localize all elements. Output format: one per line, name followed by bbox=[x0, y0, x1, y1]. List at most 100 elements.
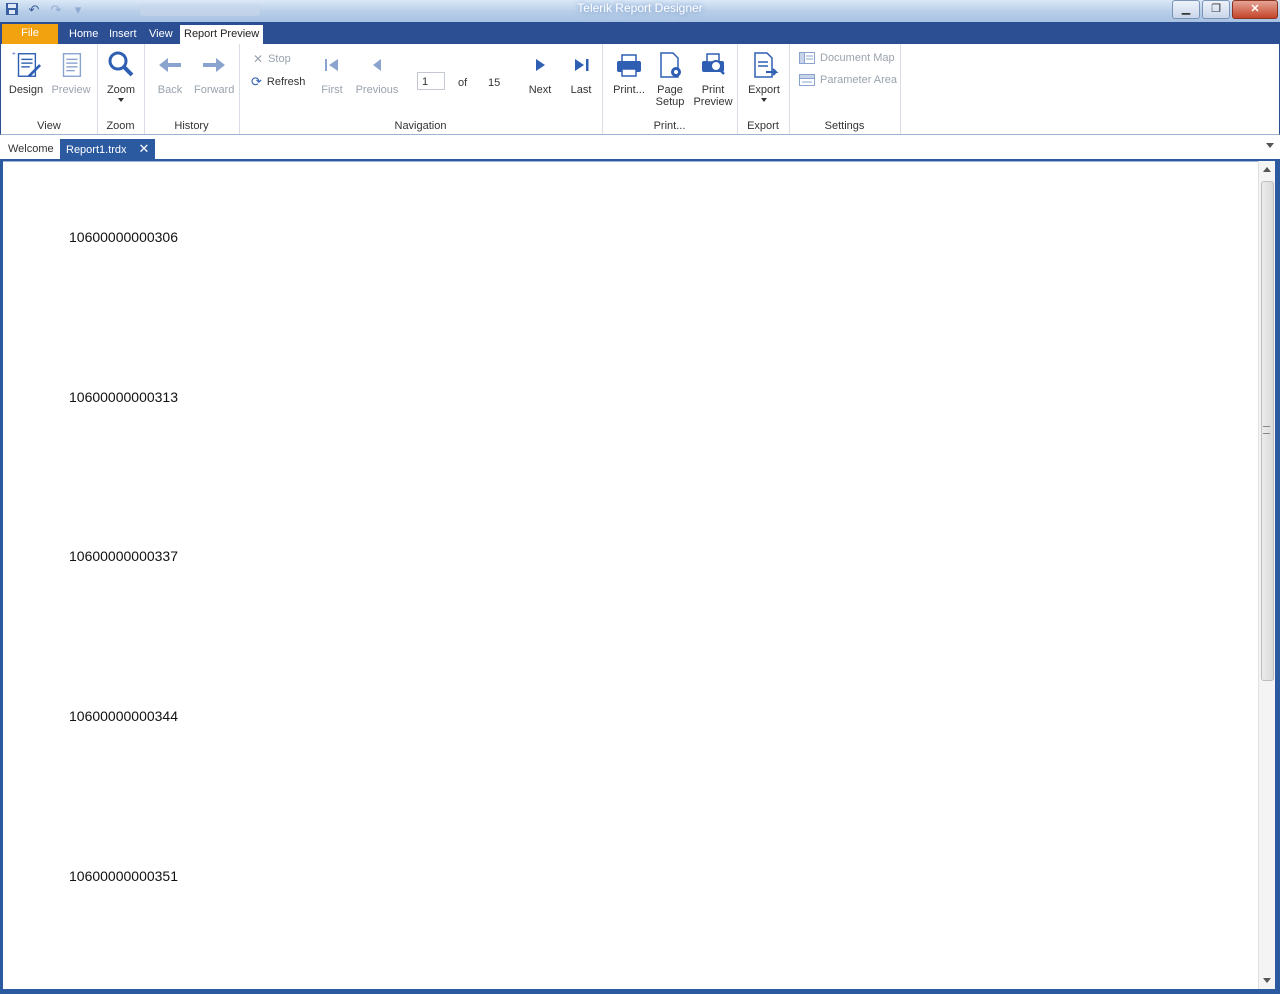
export-label: Export bbox=[748, 84, 780, 96]
next-page-icon bbox=[536, 59, 545, 71]
stop-icon: ✕ bbox=[253, 52, 264, 66]
tab-list-dropdown-icon[interactable] bbox=[1266, 143, 1274, 148]
report-viewer: 10600000000306 10600000000313 1060000000… bbox=[3, 161, 1258, 990]
navigation-group-label: Navigation bbox=[394, 120, 447, 132]
parameter-area-button[interactable]: Parameter Area bbox=[799, 74, 897, 86]
export-group-label: Export bbox=[747, 120, 779, 132]
parameter-area-icon bbox=[799, 74, 815, 86]
chevron-down-icon bbox=[118, 98, 124, 102]
refresh-button[interactable]: ⟳ Refresh bbox=[251, 74, 305, 90]
ribbon: + Design Preview View Zoom Zoom Back For… bbox=[0, 44, 1280, 135]
export-button[interactable]: Export bbox=[745, 50, 783, 102]
preview-label: Preview bbox=[51, 84, 91, 96]
scroll-up-icon[interactable] bbox=[1263, 167, 1271, 172]
zoom-group-label: Zoom bbox=[106, 120, 135, 132]
arrow-right-icon bbox=[203, 58, 225, 72]
report-row: 10600000000351 bbox=[69, 868, 179, 884]
design-button[interactable]: + Design bbox=[7, 50, 45, 96]
file-tab[interactable]: File bbox=[2, 24, 58, 44]
document-tabs: Welcome Report1.trdx ✕ bbox=[0, 135, 1280, 159]
next-label: Next bbox=[528, 84, 552, 96]
last-label: Last bbox=[570, 84, 592, 96]
parameter-area-label: Parameter Area bbox=[820, 74, 898, 86]
first-label: First bbox=[321, 84, 343, 96]
window-bottom-border bbox=[0, 989, 1280, 994]
page-number-input[interactable]: 1 bbox=[417, 72, 445, 90]
report-row: 10600000000344 bbox=[69, 708, 179, 724]
document-map-label: Document Map bbox=[820, 52, 895, 64]
window-title: Telerik Report Designer bbox=[577, 1, 703, 15]
report-row: 10600000000337 bbox=[69, 548, 179, 564]
first-page-icon bbox=[325, 59, 338, 71]
zoom-group: Zoom Zoom bbox=[97, 44, 145, 134]
page-of-label: of bbox=[458, 77, 468, 89]
printer-icon bbox=[617, 54, 641, 77]
settings-group-label: Settings bbox=[824, 120, 865, 132]
previous-label: Previous bbox=[355, 84, 399, 96]
scroll-down-icon[interactable] bbox=[1263, 978, 1271, 983]
tab-report-preview[interactable]: Report Preview bbox=[180, 25, 264, 44]
page-count: 15 bbox=[488, 77, 501, 89]
minimize-button[interactable]: ▁ bbox=[1172, 0, 1200, 19]
close-tab-icon[interactable]: ✕ bbox=[139, 141, 150, 156]
zoom-button[interactable]: Zoom bbox=[103, 50, 139, 102]
export-icon bbox=[754, 52, 779, 78]
stop-button[interactable]: ✕ Stop bbox=[253, 52, 291, 66]
ribbon-tabs: File Home Insert View Report Preview bbox=[0, 22, 1280, 44]
back-button[interactable]: Back bbox=[152, 50, 188, 96]
last-button[interactable]: Last bbox=[567, 50, 595, 96]
preview-button[interactable]: Preview bbox=[51, 50, 91, 96]
zoom-label: Zoom bbox=[106, 84, 136, 96]
title-bar: ↶ ↷ ▾ Telerik Report Designer ▁ ❐ ✕ bbox=[0, 0, 1280, 22]
preview-icon bbox=[62, 53, 82, 77]
refresh-icon: ⟳ bbox=[251, 74, 262, 89]
print-label: Print... bbox=[613, 84, 645, 96]
print-group-label: Print... bbox=[653, 120, 686, 132]
print-preview-label-2: Preview bbox=[693, 96, 733, 108]
restore-button[interactable]: ❐ bbox=[1202, 0, 1230, 19]
previous-page-icon bbox=[373, 59, 381, 71]
history-group: Back Forward History bbox=[144, 44, 240, 134]
tab-view[interactable]: View bbox=[149, 25, 173, 44]
document-map-button[interactable]: Document Map bbox=[799, 52, 895, 64]
first-button[interactable]: First bbox=[317, 50, 347, 96]
close-button[interactable]: ✕ bbox=[1232, 0, 1278, 19]
vertical-scrollbar[interactable] bbox=[1258, 161, 1275, 989]
page-setup-label-2: Setup bbox=[655, 96, 685, 108]
view-group-label: View bbox=[37, 120, 61, 132]
forward-button[interactable]: Forward bbox=[194, 50, 234, 96]
view-group: + Design Preview View bbox=[1, 44, 98, 134]
document-map-icon bbox=[799, 52, 815, 64]
report-row: 10600000000313 bbox=[69, 389, 179, 405]
history-group-label: History bbox=[174, 120, 209, 132]
print-group: Print... Page Setup Print Preview Print.… bbox=[602, 44, 738, 134]
stop-label: Stop bbox=[268, 53, 291, 65]
tab-insert[interactable]: Insert bbox=[109, 25, 137, 44]
page-setup-icon bbox=[660, 52, 681, 78]
settings-group: Document Map Parameter Area Settings bbox=[789, 44, 901, 134]
magnifier-icon bbox=[108, 51, 134, 77]
design-label: Design bbox=[8, 84, 44, 96]
print-preview-icon bbox=[702, 53, 725, 75]
page-setup-label-1: Page bbox=[657, 84, 683, 96]
page-setup-button[interactable]: Page Setup bbox=[652, 50, 688, 108]
forward-label: Forward bbox=[194, 84, 235, 96]
print-preview-button[interactable]: Print Preview bbox=[692, 50, 734, 108]
previous-button[interactable]: Previous bbox=[355, 50, 399, 96]
scroll-grip-icon bbox=[1263, 426, 1270, 434]
tab-report1[interactable]: Report1.trdx ✕ bbox=[60, 139, 156, 159]
print-preview-label-1: Print bbox=[701, 84, 725, 96]
tab-home[interactable]: Home bbox=[69, 25, 98, 44]
navigation-group: ✕ Stop ⟳ Refresh First Previous 1 of 15 … bbox=[239, 44, 603, 134]
refresh-label: Refresh bbox=[266, 76, 306, 88]
arrow-left-icon bbox=[159, 58, 181, 72]
tab-report1-label: Report1.trdx bbox=[66, 144, 127, 156]
next-button[interactable]: Next bbox=[525, 50, 555, 96]
tab-welcome-label: Welcome bbox=[8, 143, 54, 155]
svg-text:+: + bbox=[12, 51, 16, 58]
back-label: Back bbox=[157, 84, 183, 96]
print-button[interactable]: Print... bbox=[612, 50, 646, 96]
tab-welcome[interactable]: Welcome bbox=[2, 139, 60, 159]
last-page-icon bbox=[575, 59, 589, 71]
export-group: Export Export bbox=[737, 44, 790, 134]
